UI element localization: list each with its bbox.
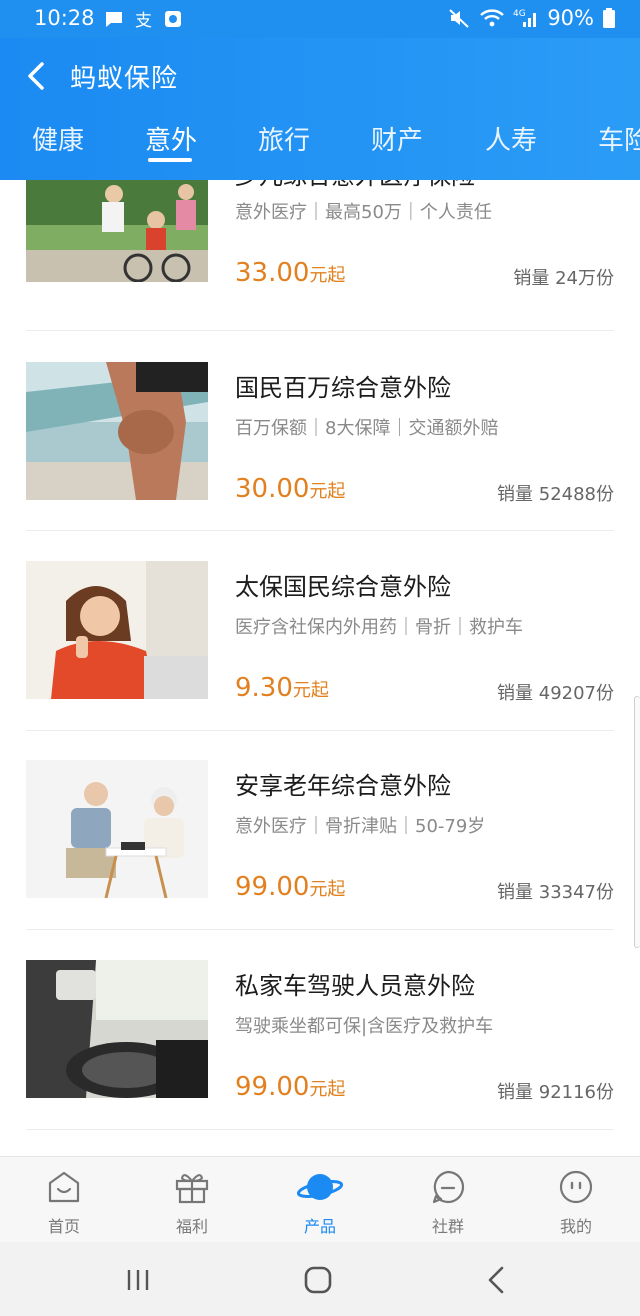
home-button-icon[interactable]	[300, 1262, 336, 1298]
divider	[26, 730, 614, 731]
product-item[interactable]: 太保国民综合意外险 医疗含社保内外用药｜骨折｜救护车 9.30元起 销量 492…	[0, 561, 640, 761]
nav-mine[interactable]: 我的	[531, 1157, 621, 1243]
price-unit: 元起	[309, 879, 346, 900]
divider	[26, 330, 614, 331]
recent-apps-icon[interactable]	[120, 1262, 156, 1298]
battery-text: 90%	[547, 6, 594, 30]
product-sales: 销量 49207份	[497, 683, 614, 704]
product-title: 太保国民综合意外险	[235, 573, 451, 601]
product-image-elderly-chess	[26, 760, 208, 898]
nav-label: 社群	[431, 1217, 464, 1236]
chat-icon	[432, 1170, 465, 1204]
price-value: 9.30	[235, 673, 293, 703]
back-button[interactable]	[18, 56, 58, 96]
divider	[26, 530, 614, 531]
price-unit: 元起	[292, 680, 329, 701]
active-tab-indicator	[148, 158, 192, 162]
tab-travel[interactable]: 旅行	[258, 120, 310, 157]
divider	[26, 1129, 614, 1130]
product-item[interactable]: 私家车驾驶人员意外险 驾驶乘坐都可保|含医疗及救护车 99.00元起 销量 92…	[0, 960, 640, 1156]
tab-accident[interactable]: 意外	[145, 120, 197, 157]
alipay-icon: 支	[135, 11, 152, 30]
signal-icon: 4G	[513, 9, 537, 27]
home-icon	[48, 1171, 80, 1203]
price-value: 99.00	[235, 872, 310, 902]
status-bar: 10:28 支 4G 90%	[0, 0, 640, 38]
nav-benefits[interactable]: 福利	[147, 1157, 237, 1243]
price-value: 33.00	[235, 258, 310, 288]
svg-text:支: 支	[135, 11, 152, 30]
product-image-woman-thumbs-up	[26, 561, 208, 699]
product-title: 安享老年综合意外险	[235, 772, 451, 800]
tab-property[interactable]: 财产	[371, 120, 423, 157]
product-title: 国民百万综合意外险	[235, 374, 451, 402]
status-right: 4G 90%	[447, 6, 616, 30]
product-price: 30.00元起	[235, 474, 345, 504]
status-time: 10:28	[34, 6, 95, 30]
scrollbar[interactable]	[634, 696, 640, 948]
nav-label: 产品	[303, 1217, 336, 1236]
product-image-family-cycling	[26, 180, 208, 282]
planet-icon	[297, 1174, 343, 1200]
product-sales: 销量 52488份	[497, 484, 614, 505]
product-title: 私家车驾驶人员意外险	[235, 972, 475, 1000]
product-sales: 销量 92116份	[497, 1082, 614, 1103]
product-tags: 百万保额｜8大保障｜交通额外赔	[235, 418, 499, 439]
category-tabs: 健康 意外 旅行 财产 人寿 车险	[0, 114, 640, 180]
wifi-icon	[480, 9, 505, 27]
gift-icon	[175, 1174, 209, 1204]
divider	[26, 929, 614, 930]
product-title: 少儿综合意外医疗保险	[235, 180, 475, 191]
nav-label: 首页	[47, 1217, 80, 1236]
smile-icon	[559, 1170, 593, 1204]
product-tags: 意外医疗｜最高50万｜个人责任	[235, 202, 492, 223]
screen: 10:28 支 4G 90% 蚂蚁保险 健康 意外 旅行 财产 人寿 车险 意外…	[0, 0, 640, 1316]
tab-health[interactable]: 健康	[32, 120, 84, 157]
nav-label: 我的	[559, 1217, 592, 1236]
back-nav-icon[interactable]	[480, 1262, 516, 1298]
product-tags: 意外医疗｜骨折津贴｜50-79岁	[235, 816, 486, 837]
message-icon	[106, 12, 122, 27]
nav-products[interactable]: 产品	[275, 1157, 365, 1243]
bottom-nav: 首页 福利 产品 社群 我的	[0, 1156, 640, 1242]
product-item[interactable]: 国民百万综合意外险 百万保额｜8大保障｜交通额外赔 30.00元起 销量 524…	[0, 362, 640, 562]
nav-label: 福利	[175, 1217, 208, 1236]
product-item[interactable]: 少儿综合意外医疗保险 意外医疗｜最高50万｜个人责任 33.00元起 销量 24…	[0, 180, 640, 362]
product-image-car-driver	[26, 960, 208, 1098]
tab-car[interactable]: 车险	[598, 120, 640, 157]
product-price: 99.00元起	[235, 1072, 345, 1102]
product-price: 33.00元起	[235, 258, 345, 288]
app-icon	[165, 11, 181, 27]
product-sales: 销量 24万份	[513, 268, 614, 289]
mute-icon	[449, 9, 469, 28]
product-image-knee-injury	[26, 362, 208, 500]
product-price: 9.30元起	[235, 673, 329, 703]
price-value: 99.00	[235, 1072, 310, 1102]
nav-home[interactable]: 首页	[19, 1157, 109, 1243]
svg-text:4G: 4G	[513, 9, 526, 19]
battery-icon	[603, 8, 615, 28]
product-item[interactable]: 安享老年综合意外险 意外医疗｜骨折津贴｜50-79岁 99.00元起 销量 33…	[0, 760, 640, 960]
system-nav-bar	[0, 1242, 640, 1316]
app-header: 蚂蚁保险 健康 意外 旅行 财产 人寿 车险	[0, 38, 640, 180]
tab-life[interactable]: 人寿	[485, 120, 537, 157]
price-unit: 元起	[309, 481, 346, 502]
product-tags: 医疗含社保内外用药｜骨折｜救护车	[235, 617, 523, 638]
product-price: 99.00元起	[235, 872, 345, 902]
page-title: 蚂蚁保险	[70, 64, 179, 94]
price-value: 30.00	[235, 474, 310, 504]
price-unit: 元起	[309, 1079, 346, 1100]
nav-community[interactable]: 社群	[403, 1157, 493, 1243]
product-list[interactable]: 少儿综合意外医疗保险 意外医疗｜最高50万｜个人责任 33.00元起 销量 24…	[0, 180, 640, 1156]
price-unit: 元起	[309, 265, 346, 286]
product-sales: 销量 33347份	[497, 882, 614, 903]
product-tags: 驾驶乘坐都可保|含医疗及救护车	[235, 1016, 494, 1037]
